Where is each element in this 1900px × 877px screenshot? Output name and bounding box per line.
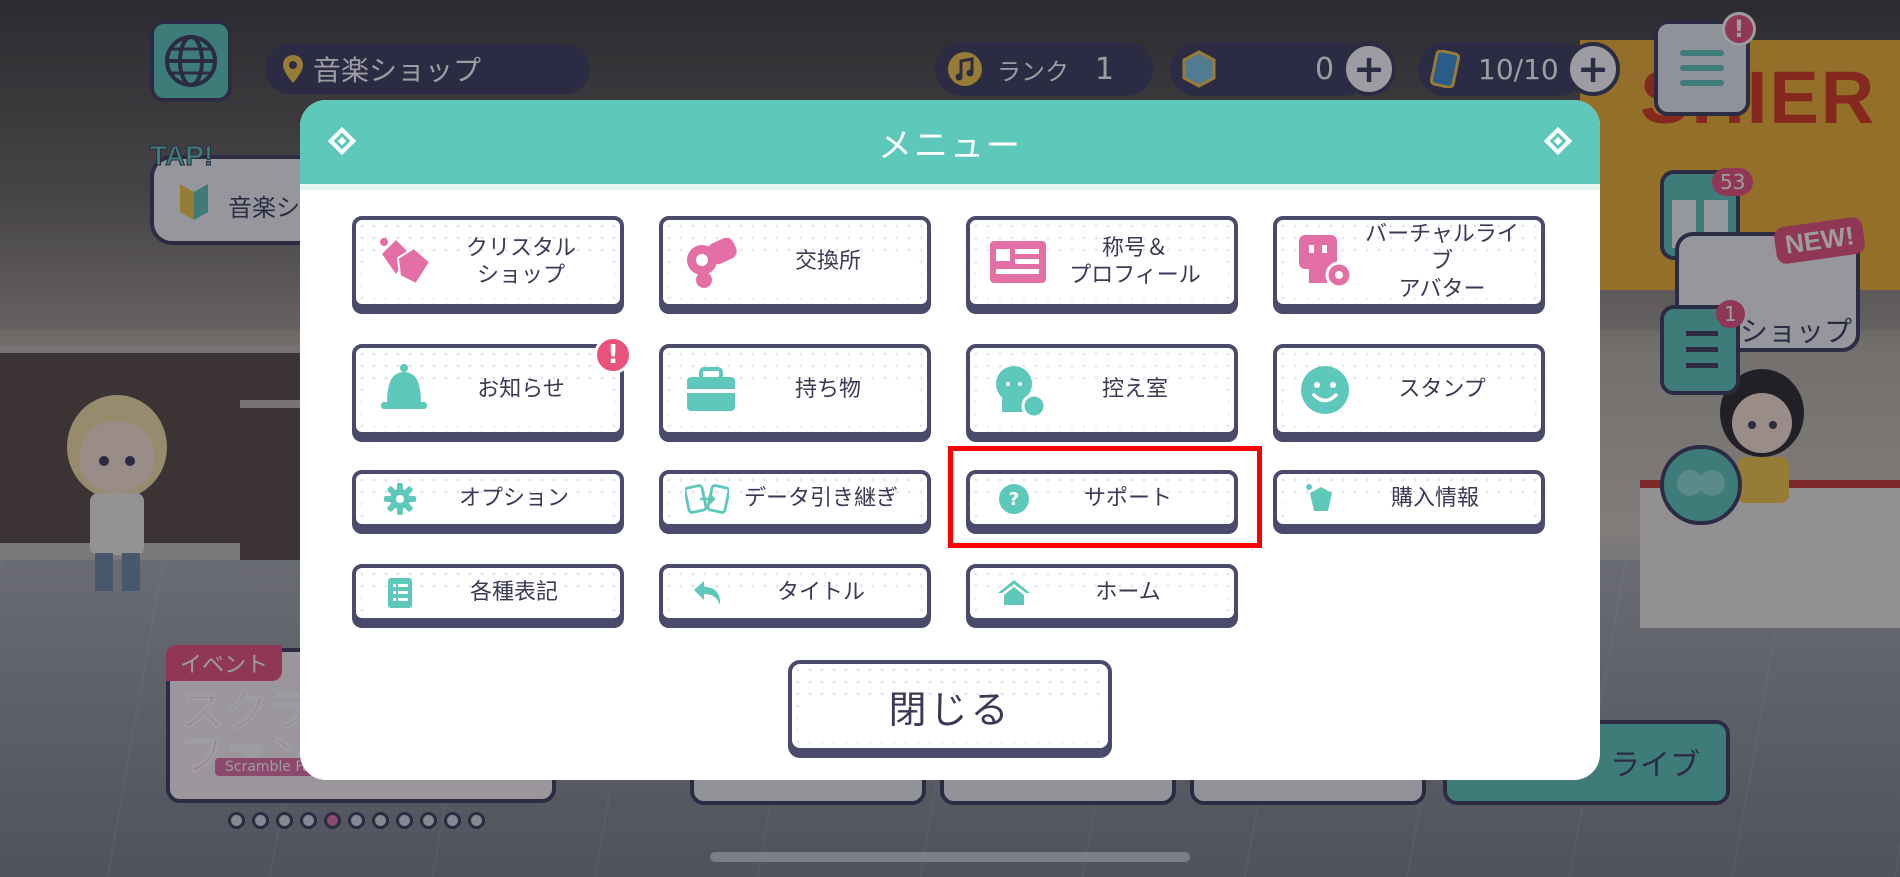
bag-icon: [679, 365, 743, 415]
notification-alert-badge: !: [594, 336, 632, 374]
green-room-icon: [986, 360, 1050, 420]
menu-item-avatar-settings[interactable]: バーチャルライブ アバター: [1273, 216, 1545, 308]
exchange-icon: [679, 234, 743, 290]
purchase-icon: [1299, 483, 1343, 515]
menu-item-smile[interactable]: スタンプ: [1273, 344, 1545, 436]
document-icon: [378, 577, 422, 609]
transfer-icon: [685, 482, 729, 516]
menu-item-label: 控え室: [1101, 377, 1168, 403]
menu-item-label: 各種表記: [469, 580, 558, 606]
modal-title: メニュー: [878, 125, 1022, 166]
close-button[interactable]: 閉じる: [788, 660, 1112, 752]
menu-item-label: スタンプ: [1398, 377, 1486, 403]
menu-item-profile-card[interactable]: 称号＆ プロフィール: [966, 216, 1238, 308]
menu-item-label: ホーム: [1095, 580, 1161, 606]
close-button-label: 閉じる: [888, 687, 1012, 732]
profile-card-icon: [986, 237, 1050, 287]
bell-icon: [372, 362, 436, 418]
menu-item-label: 交換所: [794, 249, 861, 275]
menu-item-bell[interactable]: お知らせ!: [352, 336, 632, 436]
menu-item-gear[interactable]: オプション: [352, 470, 624, 528]
menu-item-bag[interactable]: 持ち物: [659, 344, 931, 436]
crystal-shop-icon: [372, 234, 436, 290]
menu-item-exchange[interactable]: 交換所: [659, 216, 931, 308]
menu-item-label: 購入情報: [1390, 486, 1479, 512]
menu-item-label: クリスタル ショップ: [465, 235, 576, 289]
help-icon: ?: [992, 483, 1036, 515]
menu-item-label: データ引き継ぎ: [743, 486, 898, 512]
menu-item-label: お知らせ: [477, 377, 565, 403]
menu-item-transfer[interactable]: データ引き継ぎ: [659, 470, 931, 528]
menu-item-label: タイトル: [776, 580, 865, 606]
menu-item-green-room[interactable]: 控え室: [966, 344, 1238, 436]
menu-item-label: 称号＆ プロフィール: [1069, 235, 1201, 289]
svg-text:?: ?: [1009, 489, 1019, 510]
home-icon: [992, 577, 1036, 609]
menu-item-home[interactable]: ホーム: [966, 564, 1238, 622]
menu-item-document[interactable]: 各種表記: [352, 564, 624, 622]
menu-item-label: バーチャルライブ アバター: [1365, 221, 1519, 302]
smile-icon: [1293, 364, 1357, 416]
gear-icon: [378, 482, 422, 516]
menu-item-crystal-shop[interactable]: クリスタル ショップ: [352, 216, 624, 308]
menu-item-label: オプション: [458, 486, 569, 512]
avatar-settings-icon: [1293, 233, 1357, 291]
menu-item-back-arrow[interactable]: タイトル: [659, 564, 931, 622]
back-arrow-icon: [685, 578, 729, 608]
menu-item-label: サポート: [1083, 486, 1172, 512]
menu-item-purchase[interactable]: 購入情報: [1273, 470, 1545, 528]
menu-item-label: 持ち物: [794, 377, 861, 403]
